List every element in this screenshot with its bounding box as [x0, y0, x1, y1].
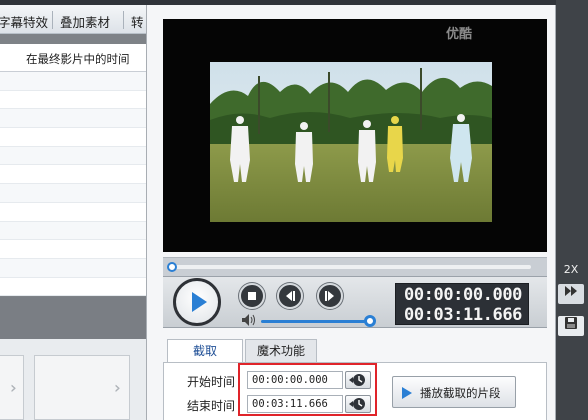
list-item[interactable]: [0, 277, 146, 297]
list-item[interactable]: [0, 109, 146, 129]
tab-overlay-material[interactable]: 叠加素材: [60, 12, 110, 31]
speed-2x-button[interactable]: 2X: [558, 260, 584, 280]
playback-controls: 00:00:00.000 00:03:11.666: [163, 277, 547, 328]
tab-trim[interactable]: 截取: [167, 339, 243, 363]
seek-handle[interactable]: [167, 262, 177, 272]
seek-bar[interactable]: [163, 257, 547, 277]
list-item[interactable]: [0, 184, 146, 203]
list-item[interactable]: [0, 221, 146, 241]
background-tabbar: 字幕特效 叠加素材 转: [0, 5, 150, 34]
tab-separator: [52, 11, 53, 29]
column-header-label: 在最终影片中的时间: [26, 52, 130, 66]
volume-icon[interactable]: [241, 313, 257, 327]
total-time: 00:03:11.666: [403, 305, 523, 325]
list-item[interactable]: [0, 146, 146, 166]
list-item[interactable]: [0, 90, 146, 110]
seek-track: [169, 265, 531, 269]
save-icon[interactable]: [558, 316, 584, 336]
video-frame: [210, 62, 492, 222]
next-frame-button[interactable]: [317, 283, 343, 309]
annotation-highlight-box: [238, 363, 377, 416]
play-segment-button[interactable]: 播放截取的片段: [392, 376, 516, 408]
list-item[interactable]: [0, 128, 146, 147]
video-frame-image: [210, 62, 492, 222]
tab-subtitle-effects[interactable]: 字幕特效: [0, 12, 48, 31]
play-icon: [402, 387, 412, 399]
timeline-column-header: 在最终影片中的时间: [0, 44, 146, 72]
video-preview[interactable]: 优酷: [163, 19, 547, 252]
list-item[interactable]: [0, 240, 146, 259]
play-segment-label: 播放截取的片段: [420, 386, 501, 400]
chevron-right-icon: ››: [10, 378, 16, 397]
fast-forward-icon[interactable]: [558, 284, 584, 304]
timeline-gray-band: [0, 297, 146, 339]
storyboard-thumbnail[interactable]: [0, 355, 24, 420]
step-back-icon: [286, 291, 295, 301]
step-forward-icon: [325, 291, 334, 301]
tab-separator: [123, 11, 124, 29]
previous-frame-button[interactable]: [277, 283, 303, 309]
list-item[interactable]: [0, 165, 146, 185]
volume-handle[interactable]: [364, 315, 376, 327]
chevron-right-icon: ››: [114, 378, 120, 397]
volume-slider[interactable]: [261, 320, 369, 323]
current-time: 00:00:00.000: [403, 285, 523, 305]
list-item[interactable]: [0, 202, 146, 222]
start-time-label: 开始时间: [187, 375, 236, 389]
play-icon: [192, 292, 207, 312]
list-item[interactable]: [0, 258, 146, 278]
time-display: 00:00:00.000 00:03:11.666: [395, 283, 529, 325]
clip-list: [0, 72, 146, 297]
tab-transition[interactable]: 转: [131, 12, 144, 31]
video-watermark: 优酷: [446, 27, 473, 42]
tab-magic-functions[interactable]: 魔术功能: [245, 339, 317, 363]
list-item[interactable]: [0, 72, 146, 91]
right-toolbar-strip: [556, 0, 588, 420]
trim-dialog: 优酷 00:00:00.000 00:03:11.666 截取 魔术功能 开始时…: [146, 5, 556, 420]
stop-button[interactable]: [239, 283, 265, 309]
stop-icon: [248, 292, 256, 300]
play-button[interactable]: [173, 278, 221, 326]
storyboard-thumbnail[interactable]: [34, 355, 130, 420]
end-time-label: 结束时间: [187, 399, 236, 413]
